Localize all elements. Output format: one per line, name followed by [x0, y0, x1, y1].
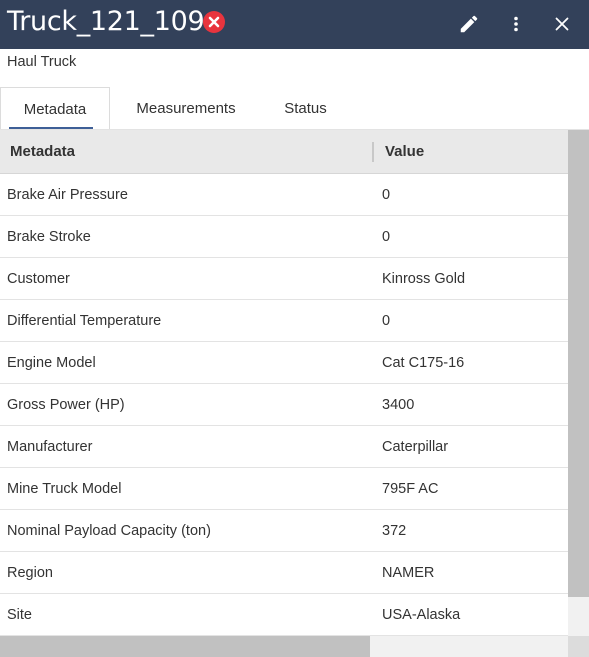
tab-label: Metadata — [23, 100, 87, 118]
row-key: Manufacturer — [7, 439, 93, 455]
column-header-value[interactable]: Value — [385, 143, 424, 160]
row-key: Engine Model — [7, 355, 96, 371]
table-header: Metadata Value — [0, 130, 568, 174]
horizontal-scrollbar-thumb[interactable] — [0, 636, 370, 657]
table-row[interactable]: Differential Temperature 0 — [0, 300, 568, 342]
asset-title: Truck_121_109 — [7, 6, 205, 37]
row-key: Site — [7, 607, 32, 623]
row-value: 3400 — [382, 397, 415, 413]
table-row[interactable]: Nominal Payload Capacity (ton) 372 — [0, 510, 568, 552]
row-key: Nominal Payload Capacity (ton) — [7, 523, 211, 539]
row-value: Kinross Gold — [382, 271, 466, 287]
more-vert-icon[interactable] — [505, 13, 527, 35]
row-value: 0 — [382, 229, 391, 245]
row-key: Region — [7, 565, 53, 581]
tab-label: Status — [284, 100, 327, 117]
row-key: Brake Air Pressure — [7, 187, 128, 203]
table-row[interactable]: Brake Stroke 0 — [0, 216, 568, 258]
table-row[interactable]: Engine Model Cat C175-16 — [0, 342, 568, 384]
edit-icon[interactable] — [458, 13, 480, 35]
row-value: 0 — [382, 187, 391, 203]
tab-metadata[interactable]: Metadata — [0, 87, 110, 130]
table-row[interactable]: Brake Air Pressure 0 — [0, 174, 568, 216]
scrollbar-corner — [568, 636, 589, 657]
row-value: Caterpillar — [382, 439, 449, 455]
table-body: Brake Air Pressure 0 Brake Stroke 0 Custom… — [0, 174, 568, 636]
row-value: 0 — [382, 313, 391, 329]
table-row[interactable]: Gross Power (HP) 3400 — [0, 384, 568, 426]
row-key: Brake Stroke — [7, 229, 91, 245]
title-bar: Truck_121_109 — [0, 0, 589, 49]
table-row[interactable]: Manufacturer Caterpillar — [0, 426, 568, 468]
row-value: Cat C175-16 — [382, 355, 465, 371]
close-icon[interactable] — [551, 13, 573, 35]
asset-type-label: Haul Truck — [7, 54, 77, 70]
row-key: Gross Power (HP) — [7, 397, 125, 413]
tab-bar: Metadata Measurements Status — [0, 87, 589, 130]
row-key: Mine Truck Model — [7, 481, 122, 497]
tab-measurements[interactable]: Measurements — [119, 87, 253, 130]
error-icon — [203, 11, 225, 33]
table-row[interactable]: Customer Kinross Gold — [0, 258, 568, 300]
table-row[interactable]: Mine Truck Model 795F AC — [0, 468, 568, 510]
column-header-metadata[interactable]: Metadata — [10, 143, 75, 160]
row-value: 372 — [382, 523, 407, 539]
table-row[interactable]: Site USA-Alaska — [0, 594, 568, 636]
column-resize-handle[interactable] — [372, 142, 374, 162]
table-row[interactable]: Region NAMER — [0, 552, 568, 594]
row-key: Differential Temperature — [7, 313, 162, 329]
vertical-scrollbar-thumb[interactable] — [568, 130, 589, 597]
row-value: 795F AC — [382, 481, 439, 497]
tab-status[interactable]: Status — [268, 87, 343, 130]
row-key: Customer — [7, 271, 70, 287]
tab-label: Measurements — [136, 100, 236, 117]
row-value: NAMER — [382, 565, 435, 581]
row-value: USA-Alaska — [382, 607, 461, 623]
